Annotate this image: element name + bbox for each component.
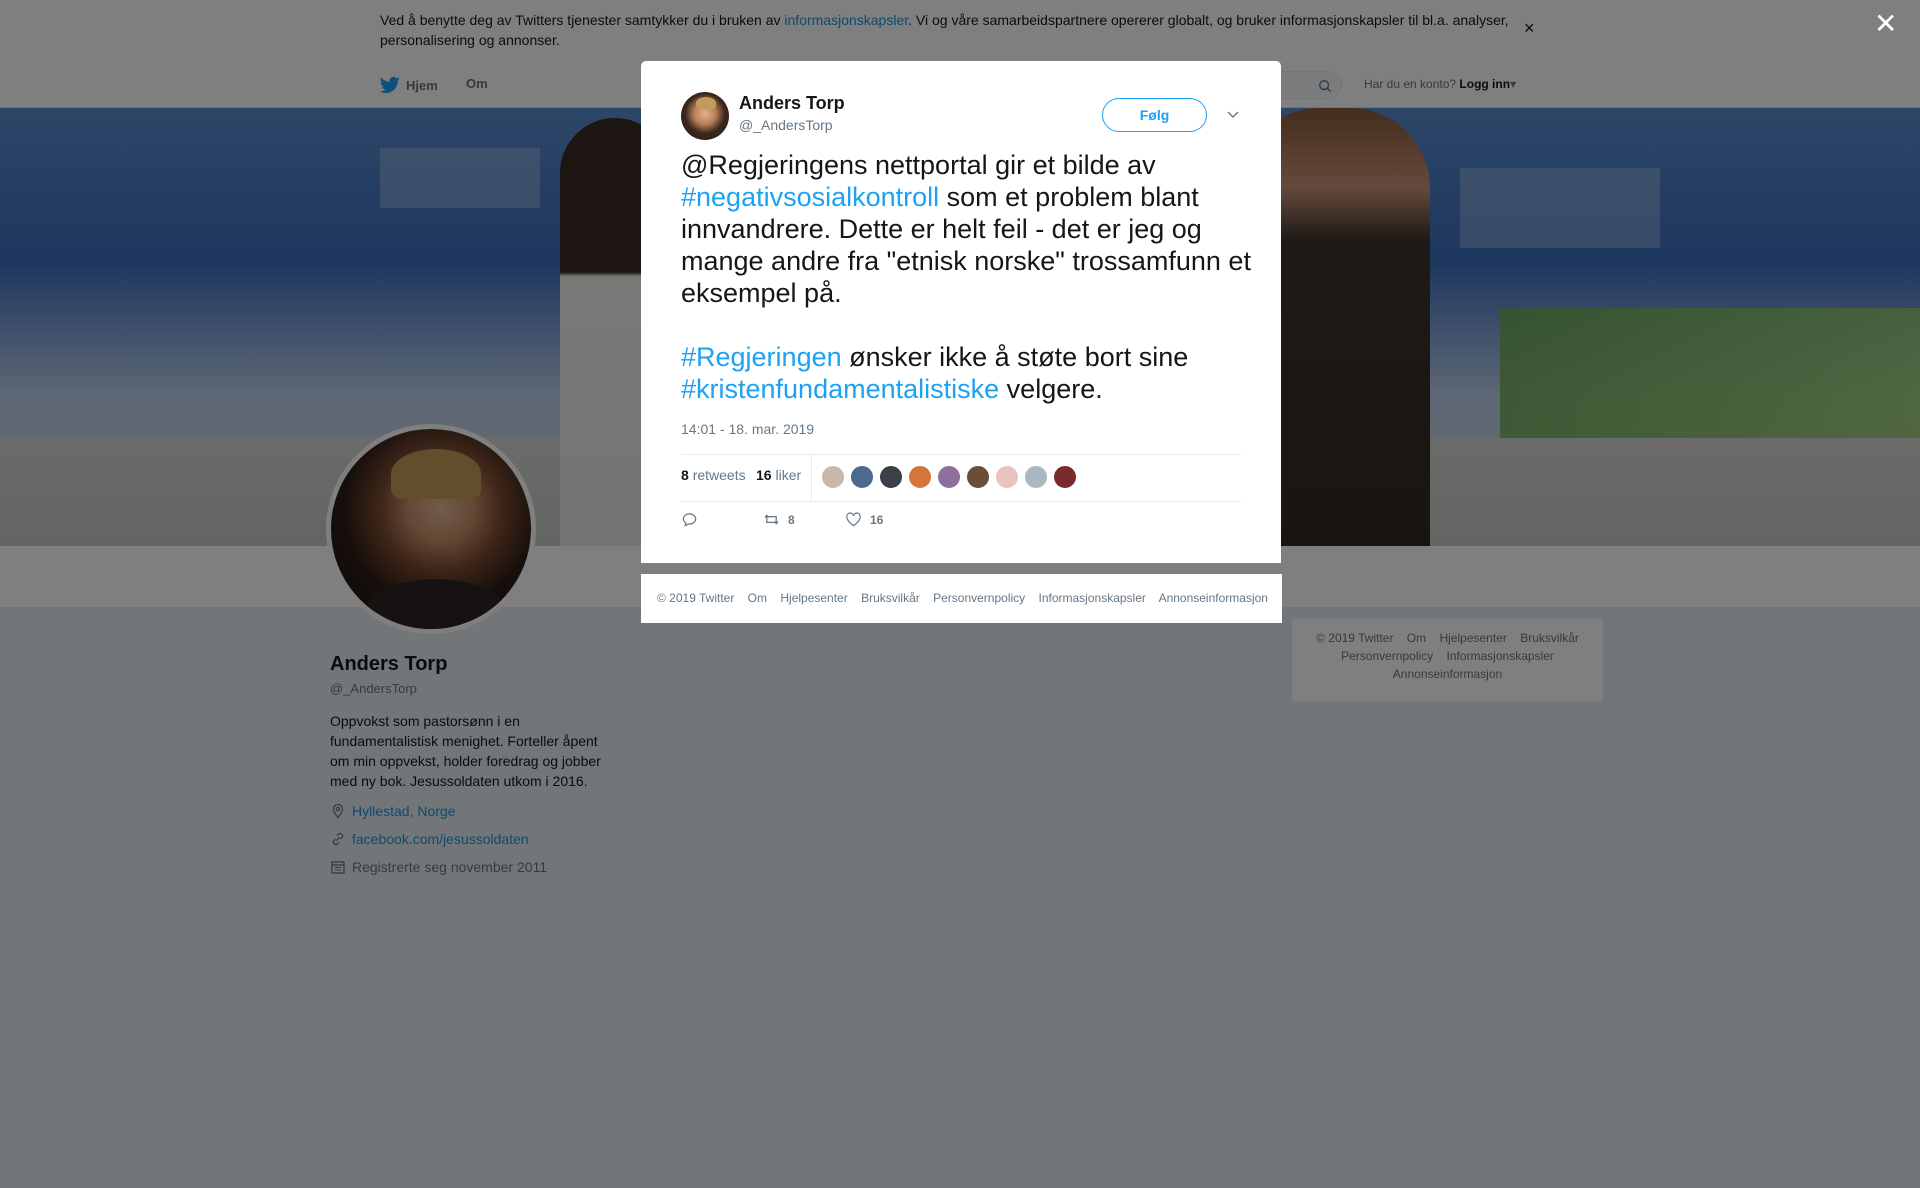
reply-icon [682,513,697,527]
like-action-count: 16 [870,512,884,527]
retweet-action-count: 8 [788,512,795,527]
chevron-down-icon [1227,111,1239,118]
retweets-stat[interactable]: 8 retweets [681,467,746,483]
liker-avatar[interactable] [821,465,845,489]
hashtag-link[interactable]: #Regjeringen [681,342,842,372]
liker-avatar[interactable] [850,465,874,489]
tweet-author-name[interactable]: Anders Torp [739,93,845,114]
follow-button[interactable]: Følg [1102,98,1207,132]
tweet-text-part: ønsker ikke å støte bort sine [841,342,1189,372]
retweet-button[interactable]: 8 [763,511,795,528]
liker-avatar[interactable] [995,465,1019,489]
footer-link-ads-info[interactable]: Annonseinformasjon [1159,591,1268,605]
close-icon[interactable]: ✕ [1874,10,1898,38]
liker-avatar[interactable] [937,465,961,489]
footer-link-privacy[interactable]: Personvernpolicy [933,591,1025,605]
footer-link-cookies[interactable]: Informasjonskapsler [1039,591,1146,605]
liker-avatar[interactable] [1024,465,1048,489]
footer-link-help[interactable]: Hjelpesenter [780,591,847,605]
footer-link-terms[interactable]: Bruksvilkår [861,591,920,605]
avatar-hair [696,97,716,109]
retweets-count: 8 [681,467,689,483]
liker-avatars [821,465,1077,489]
tweet-timestamp[interactable]: 14:01 - 18. mar. 2019 [681,421,814,437]
stats-divider [811,455,812,501]
heart-icon [846,512,861,527]
retweets-label: retweets [692,467,746,483]
like-button[interactable]: 16 [845,511,883,528]
tweet-stats: 8 retweets 16 liker [681,454,1241,502]
hashtag-link[interactable]: #negativsosialkontroll [681,182,939,212]
reply-button[interactable] [681,511,706,528]
tweet-author-avatar[interactable] [681,92,729,140]
tweet-text: @Regjeringens nettportal gir et bilde av… [681,149,1251,405]
liker-avatar[interactable] [908,465,932,489]
tweet-author-handle[interactable]: @_AndersTorp [739,117,833,133]
likes-label: liker [775,467,802,483]
tweet-text-part: @Regjeringens nettportal gir et bilde av [681,150,1156,180]
likes-stat[interactable]: 16 liker [756,467,801,483]
likes-count: 16 [756,467,772,483]
retweet-icon [764,514,779,525]
tweet-options-button[interactable] [1225,106,1241,122]
tweet-modal: Anders Torp @_AndersTorp Følg @Regjering… [641,61,1281,563]
footer-link-about[interactable]: Om [748,591,767,605]
footer-copyright: © 2019 Twitter [657,591,735,605]
tweet-text-part: velgere. [999,374,1103,404]
modal-footer: © 2019 Twitter Om Hjelpesenter Bruksvilk… [641,574,1282,623]
liker-avatar[interactable] [879,465,903,489]
hashtag-link[interactable]: #kristenfundamentalistiske [681,374,999,404]
liker-avatar[interactable] [1053,465,1077,489]
liker-avatar[interactable] [966,465,990,489]
